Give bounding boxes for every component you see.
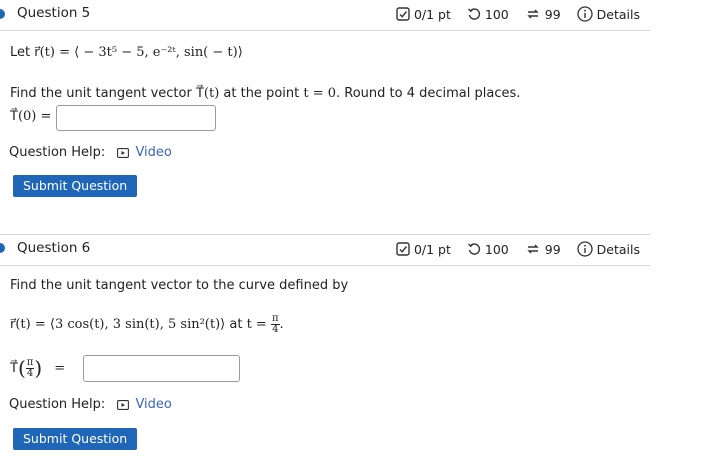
- current-question-dot: [0, 9, 5, 19]
- attempts-count: 99: [544, 241, 561, 257]
- pi-over-4: π4: [270, 313, 280, 335]
- answer-input[interactable]: [56, 105, 216, 131]
- details-link[interactable]: Details: [597, 7, 640, 22]
- question-title: Question 6: [17, 240, 91, 256]
- question-6: Question 6 0/1 pt 100 99 Details Find th…: [0, 232, 650, 475]
- question-intro: Let r⃗(t) = ⟨ − 3t⁵ − 5, e⁻²ᵗ, sin( − t)…: [10, 45, 243, 60]
- attempts-icon: [525, 7, 541, 21]
- answer-label: T⃗(π 4) =: [10, 356, 66, 380]
- video-icon[interactable]: [117, 399, 130, 414]
- retry-icon: [467, 242, 481, 256]
- retries-count: 100: [484, 241, 509, 257]
- video-link[interactable]: Video: [135, 397, 171, 412]
- details-link[interactable]: Details: [597, 242, 640, 257]
- attempts-icon: [525, 242, 541, 256]
- video-icon[interactable]: [117, 147, 130, 162]
- curve-definition: r⃗(t) = ⟨3 cos(t), 3 sin(t), 5 sin²(t)⟩ …: [10, 313, 284, 335]
- question-intro: Find the unit tangent vector to the curv…: [10, 278, 349, 293]
- question-meta: 0/1 pt 100 99 Details: [396, 241, 640, 257]
- retry-icon: [467, 7, 481, 21]
- question-prompt: Find the unit tangent vector T⃗(t) at th…: [10, 86, 521, 101]
- question-meta: 0/1 pt 100 99 Details: [396, 6, 640, 22]
- question-help: Question Help: Video: [9, 145, 172, 162]
- info-icon[interactable]: [577, 241, 593, 257]
- video-link[interactable]: Video: [135, 145, 171, 160]
- info-icon[interactable]: [577, 6, 593, 22]
- vector-function: r⃗(t) = ⟨ − 3t⁵ − 5, e⁻²ᵗ, sin( − t)⟩: [34, 45, 243, 60]
- answer-label: T⃗(0) =: [10, 109, 52, 124]
- answer-input[interactable]: [83, 355, 240, 382]
- current-question-dot: [0, 243, 5, 253]
- question-title: Question 5: [17, 5, 91, 21]
- question-help: Question Help: Video: [9, 397, 172, 414]
- question-5: Question 5 0/1 pt 100 99 Details Let r⃗(…: [0, 0, 650, 232]
- retries-count: 100: [484, 6, 509, 22]
- question-header: Question 6 0/1 pt 100 99 Details: [0, 234, 650, 266]
- score-text: 0/1 pt: [413, 241, 451, 257]
- attempts-count: 99: [544, 6, 561, 22]
- submit-question-button[interactable]: Submit Question: [13, 175, 138, 197]
- submit-question-button[interactable]: Submit Question: [13, 428, 138, 450]
- checkbox-score-icon: [396, 242, 410, 256]
- score-text: 0/1 pt: [413, 6, 451, 22]
- checkbox-score-icon: [396, 7, 410, 21]
- vector-function: r⃗(t) = ⟨3 cos(t), 3 sin(t), 5 sin²(t)⟩: [10, 317, 226, 332]
- question-header: Question 5 0/1 pt 100 99 Details: [0, 0, 650, 31]
